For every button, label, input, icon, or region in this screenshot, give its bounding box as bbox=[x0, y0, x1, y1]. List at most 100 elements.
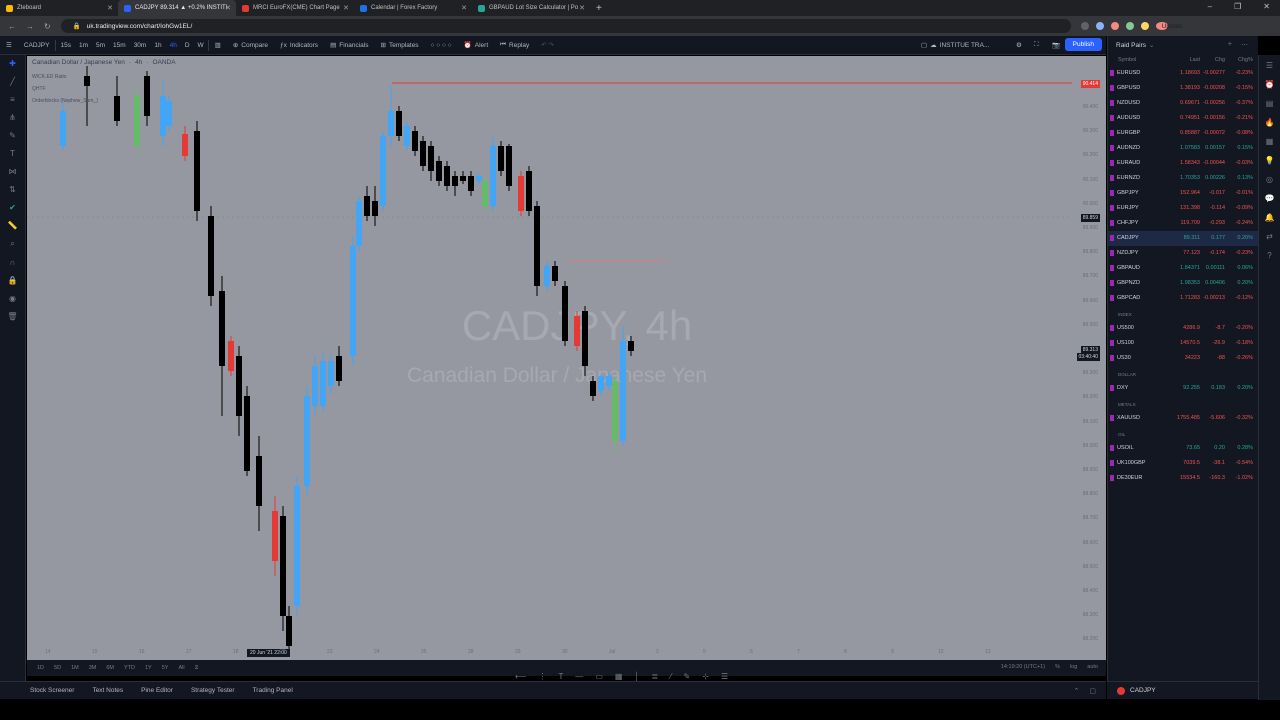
text-icon[interactable]: T bbox=[10, 149, 15, 158]
zoom-icon[interactable]: ⌕ bbox=[10, 239, 14, 249]
watchlist-row[interactable]: CADJPY 89.311 0.177 0.20% bbox=[1108, 231, 1258, 246]
range-5Y[interactable]: 5Y bbox=[162, 665, 169, 671]
watchlist-row[interactable]: AUDNZD 1.07583 0.00157 0.15% bbox=[1108, 141, 1258, 156]
interval-1m[interactable]: 1m bbox=[75, 36, 92, 55]
chevron-down-icon[interactable]: ⌄ bbox=[1149, 41, 1154, 49]
browser-tab[interactable]: MRCI EuroFX(CME) Chart Page ✕ bbox=[236, 0, 354, 16]
rectangle-icon[interactable]: ▭ bbox=[595, 672, 603, 681]
bottom-tab[interactable]: Text Notes bbox=[92, 687, 123, 694]
watchlist-row[interactable]: EURNZD 1.70353 0.00226 0.13% bbox=[1108, 171, 1258, 186]
symbol-search[interactable]: CADJPY bbox=[18, 36, 56, 55]
col-chg[interactable]: Chg bbox=[1215, 57, 1225, 63]
collapse-icon[interactable]: ⌃ bbox=[1074, 687, 1080, 695]
undo-icon[interactable]: ↶ ↷ bbox=[535, 36, 560, 55]
profile-icon[interactable] bbox=[1140, 22, 1149, 30]
ideas-icon[interactable]: 💡 bbox=[1265, 156, 1275, 165]
fullscreen-icon[interactable]: ⛶ bbox=[1028, 36, 1045, 55]
compare-button[interactable]: ⊕ Compare bbox=[227, 36, 274, 55]
goto-date-icon[interactable]: ⧖ bbox=[195, 665, 199, 672]
measure-icon[interactable]: ⊹ bbox=[702, 672, 709, 681]
indicator-item[interactable]: WICK.ED Ratio bbox=[32, 71, 98, 83]
close-tab-icon[interactable]: ✕ bbox=[579, 4, 585, 12]
browser-tab[interactable]: Calendar | Forex Factory ✕ bbox=[354, 0, 472, 16]
interval-15s[interactable]: 15s bbox=[56, 36, 74, 55]
bars-icon[interactable]: ≣ bbox=[651, 672, 658, 681]
arrow-icon[interactable]: ⟵ bbox=[515, 672, 526, 681]
range-YTD[interactable]: YTD bbox=[124, 665, 135, 671]
layout-icons[interactable]: ○ ○ ○ ○ bbox=[425, 36, 458, 55]
publish-button[interactable]: Publish bbox=[1064, 38, 1102, 51]
vertical-line-icon[interactable]: │ bbox=[634, 672, 639, 681]
brush-icon[interactable]: ✎ bbox=[9, 131, 16, 140]
replay-button[interactable]: ⏮ Replay bbox=[494, 36, 535, 55]
close-tab-icon[interactable]: ✕ bbox=[107, 4, 113, 12]
watchlist-row[interactable]: USOIL 73.65 0.20 0.28% bbox=[1108, 441, 1258, 456]
back-icon[interactable]: ← bbox=[8, 22, 16, 31]
new-tab-button[interactable]: + bbox=[590, 3, 608, 14]
range-6M[interactable]: 6M bbox=[106, 665, 114, 671]
watchlist-row[interactable]: EURAUD 1.58343 -0.00044 -0.03% bbox=[1108, 156, 1258, 171]
chat-icon[interactable]: 💬 bbox=[1265, 194, 1275, 203]
watchlist-row[interactable]: NZDUSD 0.69671 -0.00256 -0.37% bbox=[1108, 96, 1258, 111]
col-last[interactable]: Last bbox=[1190, 57, 1200, 63]
chart-pane[interactable]: CADJPY, 4h Canadian Dollar / Japanese Ye… bbox=[27, 56, 1106, 660]
close-tab-icon[interactable]: ✕ bbox=[225, 4, 231, 12]
magnet-icon[interactable]: ∩ bbox=[10, 258, 16, 267]
col-chgp[interactable]: Chg% bbox=[1238, 57, 1253, 63]
camera-icon[interactable]: 📷 bbox=[1046, 36, 1066, 55]
bottom-tab[interactable]: Trading Panel bbox=[253, 687, 293, 694]
watchlist-row[interactable]: US30 34223 -88 -0.26% bbox=[1108, 351, 1258, 366]
minimize-icon[interactable]: – bbox=[1208, 2, 1212, 11]
close-window-icon[interactable]: ✕ bbox=[1263, 2, 1270, 11]
trash-icon[interactable]: 🗑 bbox=[7, 312, 17, 321]
trendline-icon[interactable]: ╱ bbox=[10, 77, 15, 86]
range-1Y[interactable]: 1Y bbox=[145, 665, 152, 671]
ruler-icon[interactable]: 📏 bbox=[8, 221, 18, 230]
forward-icon[interactable]: → bbox=[26, 22, 34, 31]
hotlist-icon[interactable]: 🔥 bbox=[1265, 118, 1275, 127]
pencil-icon[interactable]: ✎ bbox=[684, 672, 691, 681]
streams-icon[interactable]: ◎ bbox=[1266, 175, 1273, 184]
time-axis[interactable]: 20 Jun '21 22:00 14 15 16 17 18 22 23 24 25 28 29 3… bbox=[27, 645, 1106, 660]
watchlist-row[interactable]: EURUSD 1.18693 -0.00277 -0.23% bbox=[1108, 66, 1258, 81]
auto-toggle[interactable]: auto bbox=[1087, 664, 1098, 670]
layout-selector[interactable]: ▢ ☁ INSTITUE TRA... bbox=[915, 36, 995, 55]
reload-icon[interactable]: ↻ bbox=[44, 22, 51, 31]
watchlist-row[interactable]: US100 14570.5 -26.9 -0.18% bbox=[1108, 336, 1258, 351]
eye-icon[interactable]: ◉ bbox=[9, 294, 16, 303]
maximize-icon[interactable]: ❐ bbox=[1234, 2, 1241, 11]
log-toggle[interactable]: log bbox=[1070, 664, 1077, 670]
range-All[interactable]: All bbox=[178, 665, 184, 671]
update-button[interactable]: Update bbox=[1155, 22, 1183, 30]
indicator-item[interactable]: QHTF bbox=[32, 83, 98, 95]
notifications-icon[interactable]: 🔔 bbox=[1265, 213, 1275, 222]
maximize-panel-icon[interactable]: ▢ bbox=[1089, 687, 1096, 695]
percent-toggle[interactable]: % bbox=[1055, 664, 1060, 670]
bottom-tab[interactable]: Strategy Tester bbox=[191, 687, 235, 694]
interval-D[interactable]: D bbox=[181, 36, 194, 55]
pattern-icon[interactable]: ⋈ bbox=[9, 167, 17, 176]
browser-tab[interactable]: CADJPY 89.314 ▲ +0.2% INSTITI ✕ bbox=[118, 0, 236, 16]
lock-drawings-icon[interactable]: 🔒 bbox=[8, 276, 18, 285]
watchlist-row[interactable]: XAUUSD 1755.485 -5.606 -0.32% bbox=[1108, 411, 1258, 426]
symbol-details-bar[interactable]: CADJPY bbox=[1107, 681, 1258, 699]
financials-button[interactable]: ▤ Financials bbox=[324, 36, 374, 55]
pitchfork-icon[interactable]: ⋔ bbox=[9, 113, 16, 122]
watchlist-row[interactable]: GBPUSD 1.38193 -0.00208 -0.15% bbox=[1108, 81, 1258, 96]
order-panel-icon[interactable]: ⇄ bbox=[1266, 232, 1273, 241]
close-tab-icon[interactable]: ✕ bbox=[343, 4, 349, 12]
alerts-icon[interactable]: ⏰ bbox=[1265, 80, 1275, 89]
watchlist-icon[interactable]: ☰ bbox=[1266, 61, 1273, 70]
indicator-item[interactable]: Orderblocks (Nephew_Sam_) bbox=[32, 95, 98, 107]
menu-icon[interactable]: ☰ bbox=[0, 36, 18, 55]
templates-button[interactable]: ⊞ Templates bbox=[374, 36, 424, 55]
prediction-icon[interactable]: ⇅ bbox=[9, 185, 16, 194]
watchlist-row[interactable]: DXY 92.255 0.183 0.20% bbox=[1108, 381, 1258, 396]
more-icon[interactable]: ⋯ bbox=[1241, 41, 1248, 49]
watchlist-row[interactable]: US500 4286.9 -8.7 -0.20% bbox=[1108, 321, 1258, 336]
extension-icon[interactable] bbox=[1095, 22, 1104, 30]
interval-5m[interactable]: 5m bbox=[92, 36, 109, 55]
watchlist-row[interactable]: GBPNZD 1.98353 0.00406 0.20% bbox=[1108, 276, 1258, 291]
ray-icon[interactable]: ⁄ bbox=[670, 672, 671, 681]
browser-tab[interactable]: Zteboard ✕ bbox=[0, 0, 118, 16]
